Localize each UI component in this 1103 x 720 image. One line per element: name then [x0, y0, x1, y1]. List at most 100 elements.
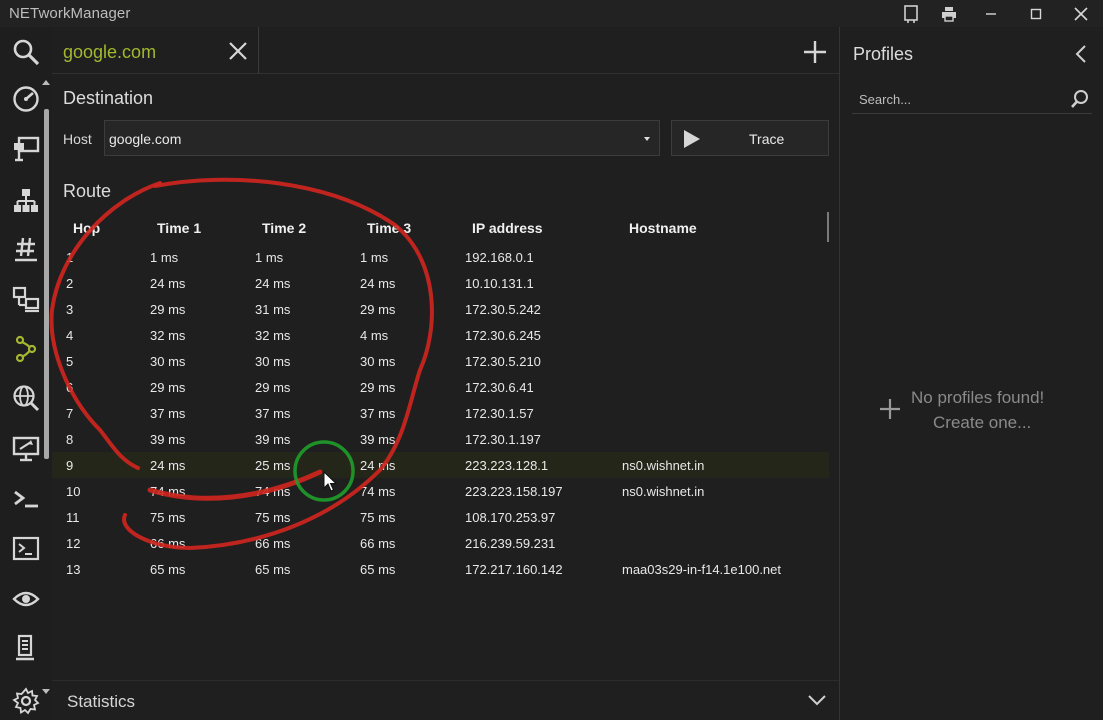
column-header-time3[interactable]: Time 3 [367, 220, 411, 236]
create-profile-link[interactable]: Create one... [933, 413, 1031, 433]
eye-icon[interactable] [9, 582, 43, 616]
terminal-icon[interactable] [9, 532, 43, 566]
network-interface-icon[interactable] [9, 132, 43, 166]
cell-t1: 74 ms [150, 484, 186, 499]
remote-desktop-icon[interactable] [9, 282, 43, 316]
host-combobox[interactable]: google.com [104, 120, 660, 156]
cell-t2: 24 ms [255, 276, 291, 291]
cell-ip: 172.30.5.242 [465, 302, 541, 317]
table-row[interactable]: 11 75 ms 75 ms 75 ms 108.170.253.97 [52, 504, 829, 530]
cell-hop: 13 [66, 562, 81, 577]
cell-hop: 4 [66, 328, 74, 343]
cell-t3: 30 ms [360, 354, 396, 369]
table-row[interactable]: 4 32 ms 32 ms 4 ms 172.30.6.245 [52, 322, 829, 348]
table-row[interactable]: 9 24 ms 25 ms 24 ms 223.223.128.1 ns0.wishnet… [52, 452, 829, 478]
column-header-time2[interactable]: Time 2 [262, 220, 306, 236]
cell-t3: 24 ms [360, 458, 396, 473]
ip-scanner-icon[interactable] [9, 183, 43, 217]
cell-t1: 24 ms [150, 276, 186, 291]
chevron-left-icon[interactable] [1074, 44, 1088, 64]
column-header-time1[interactable]: Time 1 [157, 220, 201, 236]
search-icon[interactable] [9, 35, 43, 69]
powershell-icon[interactable] [9, 482, 43, 516]
close-window-icon[interactable] [1058, 0, 1103, 27]
cell-hop: 2 [66, 276, 74, 291]
maximize-icon[interactable] [1013, 0, 1058, 27]
column-resize-handle[interactable] [827, 212, 829, 242]
profiles-panel: Profiles Search... No profiles found! Cr… [839, 27, 1103, 720]
trace-label: Trace [749, 131, 785, 147]
cell-t2: 31 ms [255, 302, 291, 317]
cell-ip: 223.223.158.197 [465, 484, 563, 499]
cell-ip: 10.10.131.1 [465, 276, 534, 291]
cell-hop: 12 [66, 536, 81, 551]
navigation-scrollbar[interactable] [44, 109, 49, 459]
scroll-up-icon[interactable] [42, 80, 50, 85]
dns-lookup-icon[interactable] [9, 381, 43, 415]
port-scanner-icon[interactable] [9, 232, 43, 266]
cell-t3: 29 ms [360, 380, 396, 395]
cell-t3: 66 ms [360, 536, 396, 551]
cell-t1: 66 ms [150, 536, 186, 551]
table-row[interactable]: 6 29 ms 29 ms 29 ms 172.30.6.41 [52, 374, 829, 400]
cell-t2: 65 ms [255, 562, 291, 577]
table-row[interactable]: 5 30 ms 30 ms 30 ms 172.30.5.210 [52, 348, 829, 374]
table-row[interactable]: 3 29 ms 31 ms 29 ms 172.30.5.242 [52, 296, 829, 322]
cell-host: ns0.wishnet.in [622, 484, 705, 499]
close-tab-icon[interactable] [228, 41, 248, 61]
server-icon[interactable] [9, 631, 43, 665]
cell-ip: 172.30.1.57 [465, 406, 534, 421]
add-profile-icon[interactable] [878, 397, 902, 421]
cell-hop: 7 [66, 406, 74, 421]
cell-host: ns0.wishnet.in [622, 458, 705, 473]
add-tab-icon[interactable] [803, 40, 827, 64]
traceroute-icon[interactable] [9, 332, 43, 366]
cell-ip: 172.30.6.41 [465, 380, 534, 395]
dropdown-caret-icon[interactable] [644, 137, 650, 141]
tab-google-com[interactable]: google.com [52, 27, 259, 74]
trace-button[interactable]: Trace [671, 120, 829, 156]
cell-t1: 39 ms [150, 432, 186, 447]
host-label: Host [63, 131, 92, 147]
search-icon[interactable] [1070, 89, 1090, 109]
cell-t2: 32 ms [255, 328, 291, 343]
cell-ip: 192.168.0.1 [465, 250, 534, 265]
profiles-title: Profiles [853, 44, 914, 64]
cell-t1: 1 ms [150, 250, 179, 265]
cell-hop: 1 [66, 250, 74, 265]
cell-t1: 65 ms [150, 562, 186, 577]
cell-hop: 10 [66, 484, 81, 499]
printer-icon[interactable] [930, 0, 968, 27]
cell-t2: 74 ms [255, 484, 291, 499]
cell-t2: 25 ms [255, 458, 291, 473]
cell-ip: 172.30.6.245 [465, 328, 541, 343]
table-header: Hop Time 1 Time 2 Time 3 IP address Host… [52, 212, 829, 244]
dashboard-icon[interactable] [9, 82, 43, 116]
table-row[interactable]: 1 1 ms 1 ms 1 ms 192.168.0.1 [52, 244, 829, 270]
table-row[interactable]: 13 65 ms 65 ms 65 ms 172.217.160.142 maa03s29… [52, 556, 829, 582]
table-row[interactable]: 12 66 ms 66 ms 66 ms 216.239.59.231 [52, 530, 829, 556]
column-header-ip-address[interactable]: IP address [472, 220, 543, 236]
cell-t3: 37 ms [360, 406, 396, 421]
cell-t1: 37 ms [150, 406, 186, 421]
table-row[interactable]: 8 39 ms 39 ms 39 ms 172.30.1.197 [52, 426, 829, 452]
column-header-hop[interactable]: Hop [73, 220, 100, 236]
settings-icon[interactable] [9, 684, 43, 718]
minimize-icon[interactable] [968, 0, 1013, 27]
book-icon[interactable] [892, 0, 930, 27]
cell-ip: 108.170.253.97 [465, 510, 556, 525]
cell-hop: 5 [66, 354, 74, 369]
wake-on-lan-icon[interactable] [9, 432, 43, 466]
column-header-hostname[interactable]: Hostname [629, 220, 697, 236]
cell-host: maa03s29-in-f14.1e100.net [622, 562, 782, 577]
table-row[interactable]: 10 74 ms 74 ms 74 ms 223.223.158.197 ns0.wish… [52, 478, 829, 504]
scroll-down-icon[interactable] [42, 689, 50, 694]
table-row[interactable]: 7 37 ms 37 ms 37 ms 172.30.1.57 [52, 400, 829, 426]
table-row[interactable]: 2 24 ms 24 ms 24 ms 10.10.131.1 [52, 270, 829, 296]
profiles-search-input[interactable]: Search... [852, 84, 1092, 114]
traceroute-panel: google.com Destination Host google.com T… [52, 27, 839, 720]
tab-bar: google.com [52, 27, 839, 74]
statistics-expander[interactable]: Statistics [52, 680, 839, 720]
chevron-down-icon[interactable] [808, 693, 826, 707]
cell-t3: 75 ms [360, 510, 396, 525]
